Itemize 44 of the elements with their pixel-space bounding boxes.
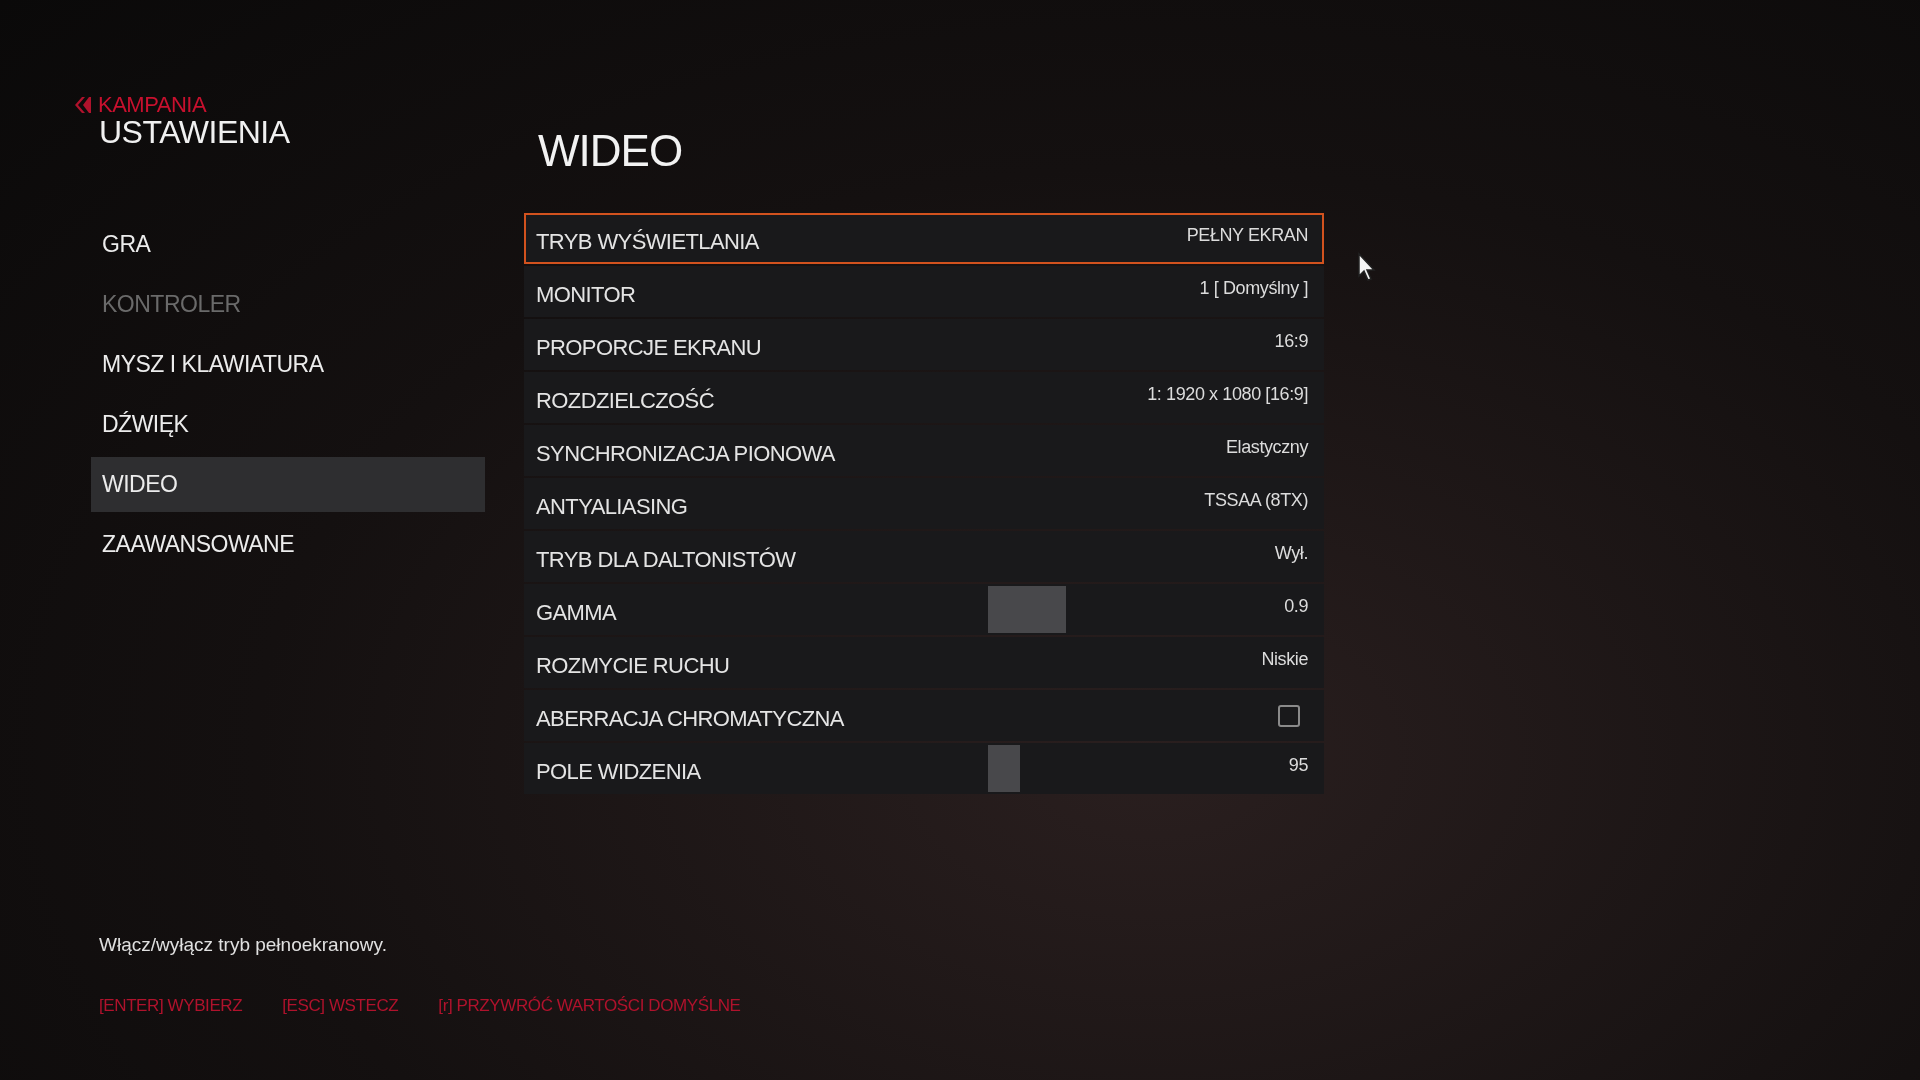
setting-label: POLE WIDZENIA	[535, 758, 701, 785]
checkbox[interactable]	[1278, 704, 1300, 727]
setting-label: ROZDZIELCZOŚĆ	[535, 387, 714, 414]
setting-row[interactable]: GAMMA 0.9	[524, 584, 1324, 635]
setting-label: ANTYALIASING	[535, 493, 688, 520]
setting-label: MONITOR	[535, 281, 636, 308]
setting-label: GAMMA	[535, 599, 617, 626]
sidebar-item[interactable]: WIDEO	[91, 457, 485, 512]
mouse-cursor-icon	[1357, 252, 1377, 282]
slider-thumb[interactable]	[988, 586, 1067, 633]
sidebar-item[interactable]: ZAAWANSOWANE	[91, 517, 485, 572]
setting-label: ABERRACJA CHROMATYCZNA	[535, 705, 844, 732]
setting-label: ROZMYCIE RUCHU	[535, 652, 730, 679]
setting-label: TRYB WYŚWIETLANIA	[535, 228, 759, 255]
setting-value: 95	[1288, 755, 1309, 776]
slider-thumb[interactable]	[988, 745, 1021, 792]
setting-row[interactable]: MONITOR 1 [ Domyślny ]	[524, 266, 1324, 317]
setting-label: TRYB DLA DALTONISTÓW	[535, 546, 796, 573]
setting-value: PEŁNY EKRAN	[1186, 225, 1309, 246]
setting-row[interactable]: TRYB DLA DALTONISTÓW Wył.	[524, 531, 1324, 582]
setting-value: Elastyczny	[1225, 437, 1310, 458]
setting-label: SYNCHRONIZACJA PIONOWA	[535, 440, 835, 467]
sidebar-item[interactable]: MYSZ I KLAWIATURA	[91, 337, 485, 392]
setting-value: Niskie	[1261, 649, 1309, 670]
setting-value: 1 [ Domyślny ]	[1199, 278, 1309, 299]
section-title: WIDEO	[538, 126, 684, 176]
setting-value: 0.9	[1284, 596, 1309, 617]
setting-row[interactable]: TRYB WYŚWIETLANIA PEŁNY EKRAN	[524, 213, 1324, 264]
setting-value: 1: 1920 x 1080 [16:9]	[1147, 384, 1309, 405]
sidebar-item[interactable]: DŹWIĘK	[91, 397, 485, 452]
setting-row[interactable]: SYNCHRONIZACJA PIONOWA Elastyczny	[524, 425, 1324, 476]
setting-row[interactable]: ABERRACJA CHROMATYCZNA	[524, 690, 1324, 741]
sidebar-item[interactable]: GRA	[91, 217, 485, 272]
setting-row[interactable]: ROZDZIELCZOŚĆ 1: 1920 x 1080 [16:9]	[524, 372, 1324, 423]
hint-text: Włącz/wyłącz tryb pełnoekranowy.	[99, 934, 388, 956]
setting-row[interactable]: ROZMYCIE RUCHU Niskie	[524, 637, 1324, 688]
setting-value: 16:9	[1274, 331, 1309, 352]
setting-row[interactable]: PROPORCJE EKRANU 16:9	[524, 319, 1324, 370]
setting-label: PROPORCJE EKRANU	[535, 334, 762, 361]
setting-value: TSSAA (8TX)	[1204, 490, 1309, 511]
setting-row[interactable]: ANTYALIASING TSSAA (8TX)	[524, 478, 1324, 529]
setting-value: Wył.	[1274, 543, 1309, 564]
back-chevron-icon	[72, 95, 92, 115]
setting-row[interactable]: POLE WIDZENIA 95	[524, 743, 1324, 794]
